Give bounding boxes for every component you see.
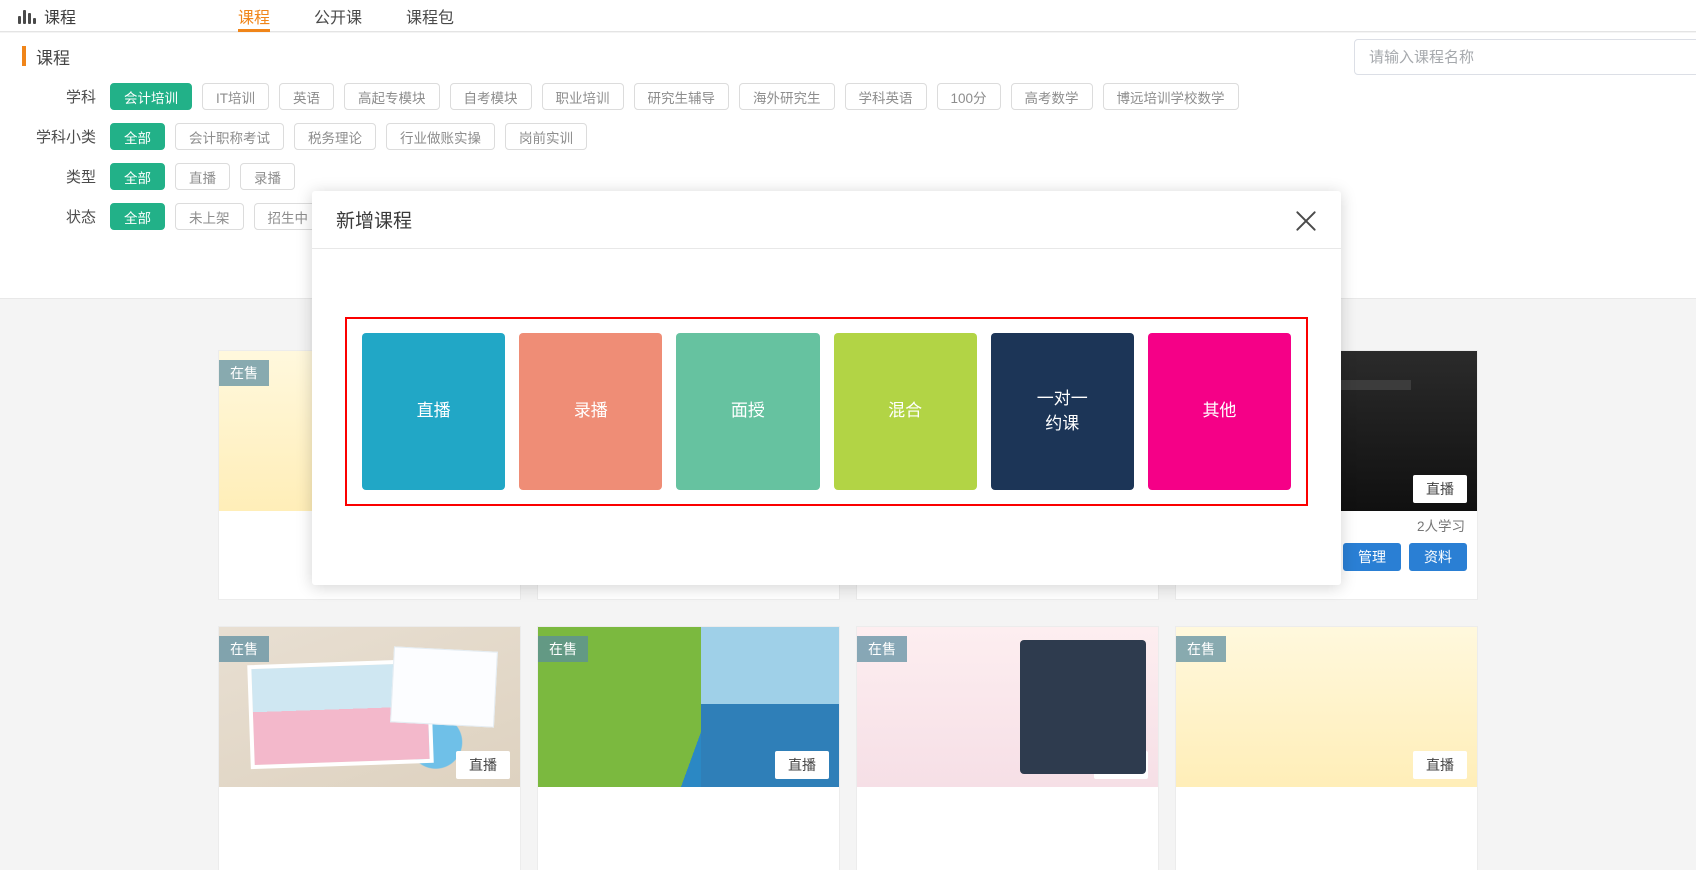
course-type-offline[interactable]: 面授: [676, 333, 820, 490]
modal-body: 直播 录播 面授 混合 一对一 约课 其他: [312, 249, 1341, 506]
modal-title: 新增课程: [336, 211, 413, 232]
add-course-modal: 新增课程 直播 录播 面授 混合 一对一 约课 其他: [312, 191, 1341, 585]
course-type-recorded[interactable]: 录播: [519, 333, 663, 490]
page-root: 课程 课程 公开课 课程包 课程 学科 会计培训 IT培训: [0, 0, 1696, 870]
course-type-one-on-one[interactable]: 一对一 约课: [990, 333, 1134, 490]
close-icon[interactable]: [1293, 208, 1319, 234]
course-type-mixed[interactable]: 混合: [833, 333, 977, 490]
modal-header: 新增课程: [312, 191, 1341, 249]
course-type-live[interactable]: 直播: [362, 333, 506, 490]
course-type-other[interactable]: 其他: [1147, 333, 1292, 490]
course-type-selector: 直播 录播 面授 混合 一对一 约课 其他: [345, 317, 1308, 506]
